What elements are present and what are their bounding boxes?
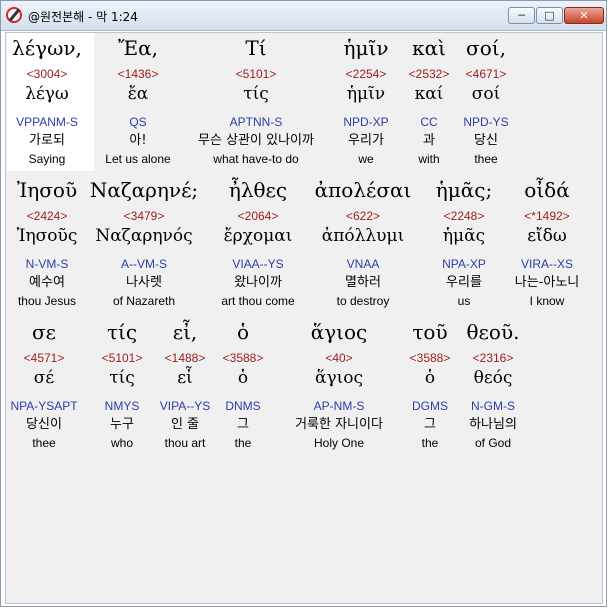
lemma: σοί (471, 84, 501, 104)
lemma: εἴδω (527, 226, 567, 246)
english-gloss: of God (474, 436, 512, 450)
parsing-code: NPD-YS (463, 115, 509, 129)
interlinear-panel[interactable]: λέγων, <3004> λέγω VPPANM-S 가로되 Saying Ἔα, <143… (5, 32, 603, 604)
strong-number[interactable]: <2316> (423, 350, 563, 366)
title-bar[interactable]: @원전본해 - 막 1:24 ─ □ ✕ (1, 1, 606, 31)
parsing-code: N-GM-S (471, 399, 515, 413)
strong-number[interactable]: <4671> (416, 66, 556, 82)
greek-word: σοί, (466, 36, 506, 60)
greek-word: θεοῦ. (466, 320, 520, 344)
maximize-button[interactable]: □ (536, 7, 563, 24)
english-gloss: thee (474, 152, 498, 166)
parsing-code: VIRA--XS (520, 257, 573, 271)
korean-gloss: 나는-아노니 (514, 275, 580, 290)
lemma: θεός (473, 368, 513, 388)
app-window: @원전본해 - 막 1:24 ─ □ ✕ λέγων, <3004> λέγω VPP… (0, 0, 607, 607)
greek-word: οἶδά (524, 178, 570, 202)
english-gloss: I know (529, 294, 565, 308)
minimize-icon: ─ (518, 9, 525, 22)
close-button[interactable]: ✕ (564, 7, 604, 24)
window-title: @원전본해 - 막 1:24 (28, 10, 138, 24)
korean-gloss: 하나님의 (469, 417, 517, 432)
maximize-icon: □ (544, 9, 555, 22)
korean-gloss: 당신 (474, 133, 498, 148)
strong-number[interactable]: <*1492> (477, 208, 609, 224)
minimize-button[interactable]: ─ (508, 7, 535, 24)
app-logo-icon[interactable] (6, 7, 22, 23)
close-icon: ✕ (579, 9, 589, 22)
